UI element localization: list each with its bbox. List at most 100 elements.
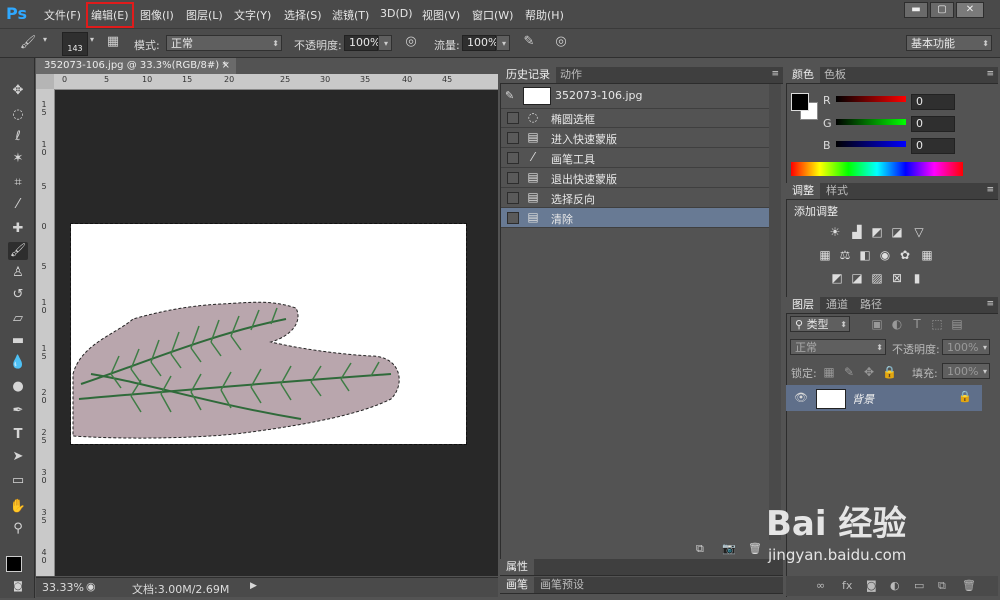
eraser-tool-icon[interactable]: ▱: [8, 310, 28, 328]
pressure-size-icon[interactable]: ◎: [552, 34, 570, 49]
ruler-origin[interactable]: [36, 74, 54, 89]
color-lookup-icon[interactable]: ▦: [920, 249, 934, 261]
foreground-color-swatch[interactable]: [6, 556, 22, 572]
tab-brush[interactable]: 画笔: [500, 577, 534, 593]
lock-image-icon[interactable]: ✎: [842, 366, 856, 378]
layer-style-fx-icon[interactable]: fx: [842, 579, 852, 592]
tab-layers[interactable]: 图层: [786, 297, 820, 313]
pen-tool-icon[interactable]: ✒: [8, 402, 28, 420]
history-snapshot[interactable]: ✎ 352073-106.jpg: [501, 84, 769, 109]
vertical-ruler[interactable]: 1 5 1 0 5 0 5 1 0 1 5 2 0 2 5 3 0 3 5 4 …: [36, 89, 55, 576]
path-selection-tool-icon[interactable]: ➤: [8, 448, 28, 466]
hue-saturation-icon[interactable]: ▦: [818, 249, 832, 261]
eyedropper-tool-icon[interactable]: ⁄: [8, 196, 28, 214]
brush-preset-picker[interactable]: 143: [62, 32, 88, 56]
link-layers-icon[interactable]: ∞: [816, 579, 825, 592]
tab-swatches[interactable]: 色板: [818, 67, 852, 83]
opacity-dropdown[interactable]: ▾: [378, 35, 392, 51]
clone-stamp-tool-icon[interactable]: ♙: [8, 264, 28, 282]
opacity-input[interactable]: 100%: [344, 35, 380, 51]
history-brush-source-icon[interactable]: ✎: [505, 89, 514, 102]
layer-row-background[interactable]: 👁 背景 🔒: [786, 385, 982, 411]
history-source-checkbox[interactable]: [507, 212, 519, 224]
brush-tool-icon[interactable]: 🖌: [18, 35, 38, 50]
brightness-contrast-icon[interactable]: ☀: [828, 226, 842, 238]
move-tool-icon[interactable]: ✥: [8, 82, 28, 100]
curves-icon[interactable]: ◩: [870, 226, 884, 238]
layer-blend-mode-select[interactable]: 正常 ⬍: [790, 339, 886, 355]
tab-styles[interactable]: 样式: [820, 183, 854, 199]
airbrush-icon[interactable]: ✎: [520, 34, 538, 49]
camera-snapshot-icon[interactable]: 📷: [722, 542, 736, 555]
delete-layer-icon[interactable]: 🗑: [962, 579, 976, 592]
panel-menu-icon[interactable]: ≡: [986, 69, 994, 79]
tab-brush-presets[interactable]: 画笔预设: [534, 577, 590, 593]
lock-position-icon[interactable]: ✥: [862, 366, 876, 378]
panel-menu-icon[interactable]: ≡: [986, 299, 994, 309]
mode-select[interactable]: 正常 ⬍: [166, 35, 282, 51]
gradient-map-icon[interactable]: ▮: [910, 272, 924, 284]
color-foreground-swatch[interactable]: [791, 93, 809, 111]
dodge-tool-icon[interactable]: ●: [8, 378, 28, 396]
eye-icon[interactable]: 👁: [794, 391, 808, 404]
type-tool-icon[interactable]: T: [8, 426, 28, 444]
restore-button[interactable]: ▢: [930, 2, 954, 18]
history-item[interactable]: ▤ 选择反向: [501, 188, 769, 208]
posterize-icon[interactable]: ◪: [850, 272, 864, 284]
history-source-checkbox[interactable]: [507, 192, 519, 204]
close-tab-icon[interactable]: ×: [222, 58, 230, 74]
brush-panel-toggle-icon[interactable]: ▦: [104, 34, 122, 49]
new-layer-icon[interactable]: ⧉: [938, 579, 946, 593]
tab-history[interactable]: 历史记录: [500, 67, 556, 83]
filter-smart-object-icon[interactable]: ▤: [950, 318, 964, 330]
history-item[interactable]: ◌ 椭圆选框: [501, 108, 769, 128]
channel-mixer-icon[interactable]: ✿: [898, 249, 912, 261]
panel-menu-icon[interactable]: ≡: [771, 69, 779, 79]
layer-name[interactable]: 背景: [852, 391, 874, 407]
history-source-checkbox[interactable]: [507, 132, 519, 144]
crop-tool-icon[interactable]: ⌗: [8, 174, 28, 192]
color-balance-icon[interactable]: ⚖: [838, 249, 852, 261]
tab-paths[interactable]: 路径: [854, 297, 888, 313]
zoom-tool-icon[interactable]: ⚲: [8, 520, 28, 538]
filter-pixel-icon[interactable]: ▣: [870, 318, 884, 330]
history-item[interactable]: ⁄ 画笔工具: [501, 148, 769, 168]
history-source-checkbox[interactable]: [507, 112, 519, 124]
pressure-opacity-icon[interactable]: ◎: [402, 34, 420, 49]
close-button[interactable]: ✕: [956, 2, 984, 18]
black-white-icon[interactable]: ◧: [858, 249, 872, 261]
history-item[interactable]: ▤ 退出快速蒙版: [501, 168, 769, 188]
layer-fill-input[interactable]: 100% ▾: [942, 363, 990, 379]
layer-filter-kind-select[interactable]: ⚲ 类型 ⬍: [790, 316, 850, 332]
menu-select[interactable]: 选择(S): [284, 7, 322, 23]
menu-window[interactable]: 窗口(W): [472, 7, 513, 23]
magic-wand-tool-icon[interactable]: ✶: [8, 150, 28, 168]
menu-3d[interactable]: 3D(D): [380, 7, 413, 20]
menu-image[interactable]: 图像(I): [140, 7, 174, 23]
add-mask-icon[interactable]: ◙: [866, 579, 877, 592]
history-brush-tool-icon[interactable]: ↺: [8, 286, 28, 304]
menu-filter[interactable]: 滤镜(T): [332, 7, 369, 23]
levels-icon[interactable]: ▟: [850, 226, 864, 238]
brush-preset-arrow-icon[interactable]: ▾: [88, 35, 96, 44]
menu-view[interactable]: 视图(V): [422, 7, 460, 23]
history-item[interactable]: ▤ 进入快速蒙版: [501, 128, 769, 148]
photo-filter-icon[interactable]: ◉: [878, 249, 892, 261]
panel-menu-icon[interactable]: ≡: [986, 185, 994, 195]
trash-icon[interactable]: 🗑: [748, 542, 762, 555]
blur-tool-icon[interactable]: 💧: [8, 354, 28, 372]
flow-input[interactable]: 100%: [462, 35, 498, 51]
healing-brush-tool-icon[interactable]: ✚: [8, 220, 28, 238]
hand-tool-icon[interactable]: ✋: [8, 498, 28, 516]
menu-help[interactable]: 帮助(H): [525, 7, 564, 23]
threshold-icon[interactable]: ▨: [870, 272, 884, 284]
gradient-tool-icon[interactable]: ▬: [8, 332, 28, 350]
tab-actions[interactable]: 动作: [554, 67, 588, 83]
new-document-from-state-icon[interactable]: ⧉: [696, 542, 704, 556]
document-canvas[interactable]: [70, 223, 467, 445]
tab-adjustments[interactable]: 调整: [786, 183, 820, 199]
status-menu-arrow-icon[interactable]: ▶: [250, 581, 257, 591]
new-fill-layer-icon[interactable]: ◐: [890, 579, 900, 592]
green-value-input[interactable]: 0: [911, 116, 955, 132]
new-group-icon[interactable]: ▭: [914, 579, 924, 592]
